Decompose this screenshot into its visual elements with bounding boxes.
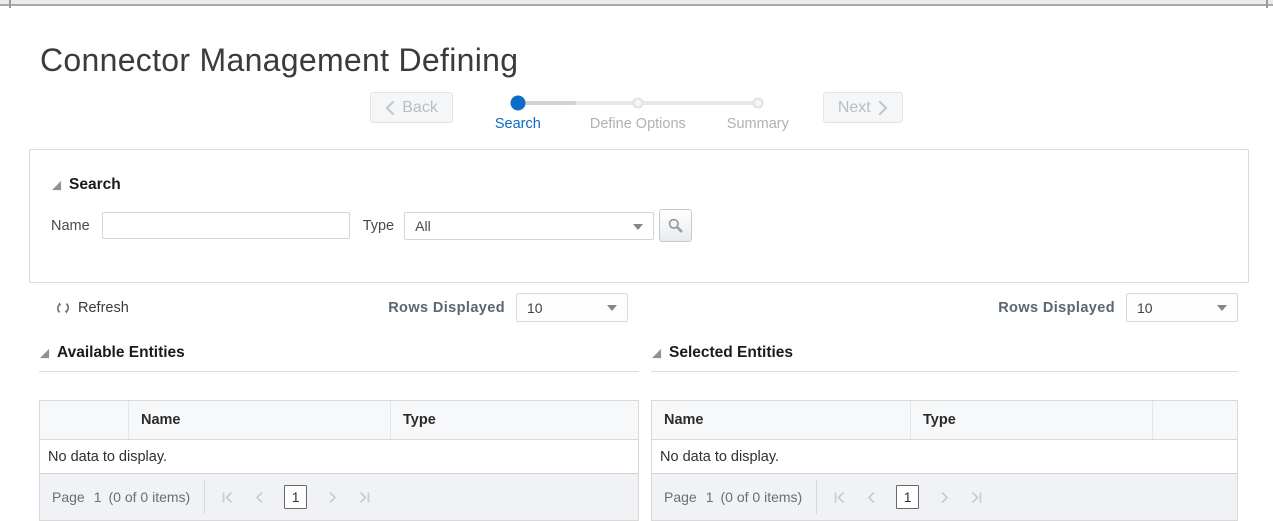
page-title: Connector Management Defining bbox=[40, 42, 519, 78]
search-panel-header[interactable]: Search bbox=[51, 176, 1228, 194]
available-entities-header[interactable]: Available Entities bbox=[39, 344, 639, 362]
empty-table-message: No data to display. bbox=[40, 440, 638, 473]
next-page-button[interactable] bbox=[937, 490, 951, 504]
last-page-button[interactable] bbox=[969, 490, 983, 504]
step-dot-define-options[interactable] bbox=[632, 97, 644, 109]
column-header-type[interactable]: Type bbox=[911, 401, 1153, 439]
refresh-icon bbox=[56, 301, 70, 314]
section-divider bbox=[651, 371, 1238, 372]
selected-entities-table: Name Type No data to display. Page 1 (0 … bbox=[651, 400, 1238, 521]
previous-page-icon bbox=[255, 491, 263, 503]
page-word: Page bbox=[52, 489, 85, 505]
items-count: (0 of 0 items) bbox=[720, 489, 803, 505]
search-form-row: Name Type All bbox=[51, 209, 1228, 242]
chevron-right-icon bbox=[878, 100, 887, 115]
chrome-notch-left bbox=[9, 0, 11, 8]
column-header-name[interactable]: Name bbox=[652, 401, 911, 439]
next-page-icon bbox=[329, 491, 336, 503]
rows-displayed-value: 10 bbox=[527, 299, 543, 316]
previous-page-button[interactable] bbox=[252, 490, 266, 504]
pager bbox=[832, 485, 983, 509]
available-toolbar: Refresh Rows Displayed 10 bbox=[39, 292, 639, 323]
rows-displayed-label: Rows Displayed bbox=[998, 299, 1115, 316]
page-number-input[interactable] bbox=[284, 485, 308, 509]
page-number-input[interactable] bbox=[896, 485, 920, 509]
back-button-label: Back bbox=[402, 98, 438, 116]
wizard-stepper: Search Define Options Summary bbox=[458, 92, 818, 138]
rows-displayed-group-left: Rows Displayed 10 bbox=[388, 293, 628, 322]
search-button[interactable] bbox=[659, 209, 693, 242]
search-panel-title: Search bbox=[69, 176, 121, 193]
wizard-train: Back Search Define Options Summary Next bbox=[0, 92, 1273, 138]
type-field-label: Type bbox=[362, 217, 395, 234]
selected-toolbar: Rows Displayed 10 bbox=[651, 292, 1238, 323]
next-page-icon bbox=[941, 491, 948, 503]
column-header-name[interactable]: Name bbox=[129, 401, 391, 439]
next-button-label: Next bbox=[837, 98, 871, 116]
entities-columns: Refresh Rows Displayed 10 Available Enti… bbox=[39, 292, 1238, 521]
disclosure-triangle-icon[interactable] bbox=[651, 348, 662, 359]
type-select[interactable]: All bbox=[404, 211, 655, 240]
rows-displayed-group-right: Rows Displayed 10 bbox=[998, 293, 1238, 322]
previous-page-button[interactable] bbox=[864, 490, 878, 504]
table-header-row: Name Type bbox=[652, 401, 1237, 440]
step-label-define-options[interactable]: Define Options bbox=[590, 116, 686, 132]
last-page-icon bbox=[971, 491, 982, 503]
next-page-button[interactable] bbox=[325, 490, 339, 504]
first-page-icon bbox=[834, 491, 844, 503]
page-number: 1 bbox=[705, 489, 714, 505]
page-word: Page bbox=[664, 489, 697, 505]
chevron-left-icon bbox=[386, 100, 395, 115]
page-number: 1 bbox=[93, 489, 102, 505]
rows-displayed-select-left[interactable]: 10 bbox=[516, 293, 628, 322]
step-label-search[interactable]: Search bbox=[495, 116, 541, 132]
refresh-label: Refresh bbox=[78, 299, 129, 316]
step-label-summary[interactable]: Summary bbox=[727, 116, 789, 132]
type-select-value: All bbox=[415, 217, 431, 234]
section-divider bbox=[39, 371, 639, 372]
chevron-down-icon bbox=[607, 305, 617, 311]
first-page-button[interactable] bbox=[220, 490, 234, 504]
previous-page-icon bbox=[867, 491, 875, 503]
refresh-button[interactable]: Refresh bbox=[55, 300, 129, 316]
next-button[interactable]: Next bbox=[822, 92, 903, 123]
first-page-icon bbox=[222, 491, 232, 503]
pager bbox=[220, 485, 371, 509]
selected-entities-header[interactable]: Selected Entities bbox=[651, 344, 1238, 362]
rows-displayed-select-right[interactable]: 10 bbox=[1126, 293, 1238, 322]
empty-table-message: No data to display. bbox=[652, 440, 1237, 473]
selected-entities-title: Selected Entities bbox=[669, 344, 794, 361]
selected-entities-column: Rows Displayed 10 Selected Entities Name… bbox=[651, 292, 1238, 521]
chevron-down-icon bbox=[1217, 305, 1227, 311]
disclosure-triangle-icon[interactable] bbox=[51, 180, 62, 191]
name-field-label: Name bbox=[51, 217, 90, 234]
last-page-icon bbox=[359, 491, 370, 503]
search-icon bbox=[668, 218, 683, 233]
search-panel: Search Name Type All bbox=[29, 149, 1249, 283]
disclosure-triangle-icon[interactable] bbox=[39, 348, 50, 359]
browser-chrome-strip bbox=[0, 0, 1273, 8]
rows-displayed-label: Rows Displayed bbox=[388, 299, 505, 316]
step-dot-search[interactable] bbox=[510, 95, 526, 111]
back-button[interactable]: Back bbox=[370, 92, 453, 123]
available-entities-column: Refresh Rows Displayed 10 Available Enti… bbox=[39, 292, 639, 521]
column-header-type[interactable]: Type bbox=[391, 401, 638, 439]
chevron-down-icon bbox=[633, 223, 644, 230]
column-header-extra bbox=[1153, 401, 1237, 439]
name-input[interactable] bbox=[101, 212, 350, 239]
step-dot-summary[interactable] bbox=[752, 97, 764, 109]
first-page-button[interactable] bbox=[832, 490, 846, 504]
table-pagination-bar: Page 1 (0 of 0 items) bbox=[40, 473, 638, 520]
chrome-notch-right bbox=[1266, 0, 1268, 8]
column-header-select bbox=[40, 401, 129, 439]
table-pagination-bar: Page 1 (0 of 0 items) bbox=[652, 473, 1237, 520]
available-entities-table: Name Type No data to display. Page 1 (0 … bbox=[39, 400, 639, 521]
items-count: (0 of 0 items) bbox=[108, 489, 191, 505]
table-header-row: Name Type bbox=[40, 401, 638, 440]
available-entities-title: Available Entities bbox=[57, 344, 185, 361]
rows-displayed-value: 10 bbox=[1137, 299, 1153, 316]
last-page-button[interactable] bbox=[357, 490, 371, 504]
stepper-track-progress bbox=[517, 101, 576, 105]
